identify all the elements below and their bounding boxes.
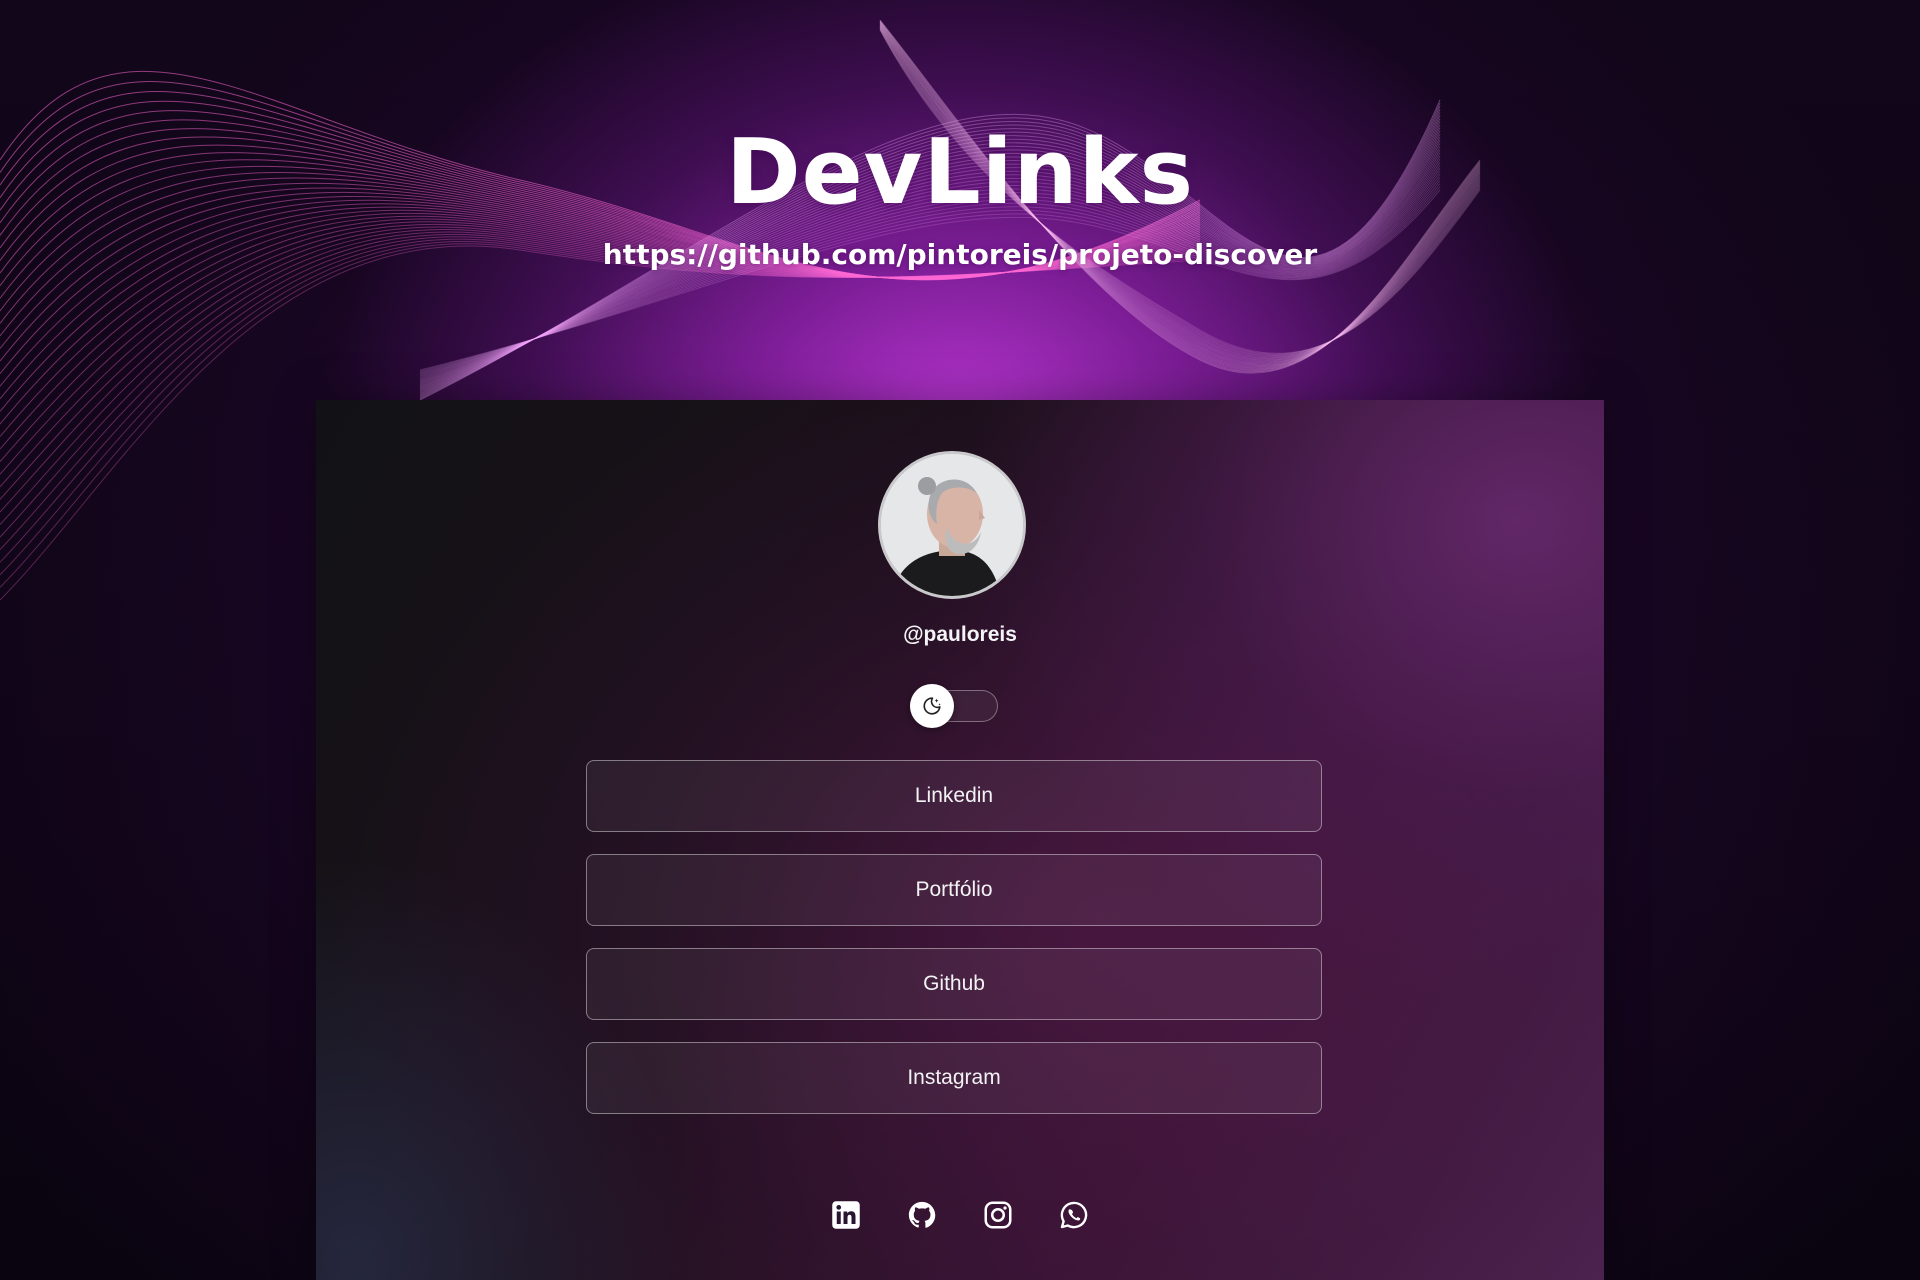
moon-stars-icon [923, 697, 941, 715]
whatsapp-icon[interactable] [1057, 1198, 1091, 1232]
page-title: DevLinks [725, 120, 1195, 225]
linkedin-link-button[interactable]: Linkedin [586, 760, 1322, 832]
github-link-button[interactable]: Github [586, 948, 1322, 1020]
devlinks-page: DevLinks https://github.com/pintoreis/pr… [0, 0, 1920, 1280]
project-url: https://github.com/pintoreis/projeto-dis… [602, 238, 1318, 271]
avatar [878, 451, 1026, 599]
links-list: Linkedin Portfólio Github Instagram [586, 760, 1322, 1136]
avatar-portrait [881, 454, 1023, 596]
instagram-icon[interactable] [981, 1198, 1015, 1232]
instagram-link-button[interactable]: Instagram [586, 1042, 1322, 1114]
portfolio-link-button[interactable]: Portfólio [586, 854, 1322, 926]
github-icon[interactable] [905, 1198, 939, 1232]
theme-toggle-knob[interactable] [910, 684, 954, 728]
profile-handle: @pauloreis [903, 623, 1017, 646]
social-links [0, 1198, 1920, 1232]
linkedin-icon[interactable] [829, 1198, 863, 1232]
